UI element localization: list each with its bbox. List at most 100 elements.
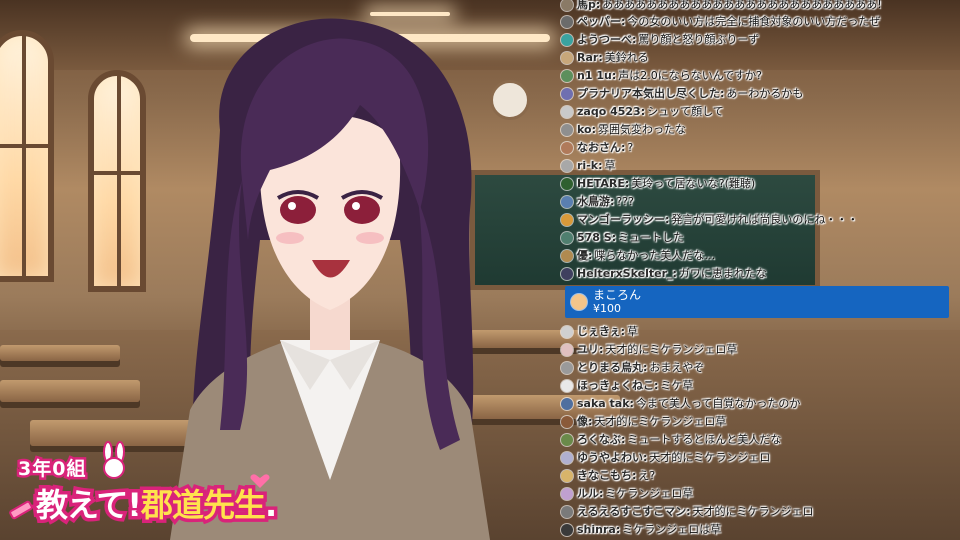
- chat-message: saka tak: 今まで美人って自覚なかったのか: [561, 395, 800, 412]
- chat-message: ルル: ミケランジェロ草: [561, 485, 693, 502]
- chat-text: 喋らなかった美人だな…: [594, 249, 716, 262]
- chat-avatar[interactable]: [561, 523, 573, 536]
- chat-separator: :: [620, 325, 626, 338]
- chat-username[interactable]: 像: [577, 413, 588, 430]
- chat-separator: :: [598, 159, 603, 172]
- logo-class-label: 3年0組: [15, 456, 87, 483]
- chat-text: 草: [627, 325, 639, 338]
- chat-message: じぇきぇ: 草: [561, 323, 638, 340]
- chat-avatar[interactable]: [561, 325, 573, 338]
- chat-avatar[interactable]: [561, 87, 573, 100]
- right-eye: [344, 196, 380, 224]
- chat-username[interactable]: 水鳥游: [577, 193, 610, 210]
- chat-username[interactable]: HETARE: [577, 175, 625, 192]
- chat-avatar[interactable]: [561, 267, 573, 280]
- chat-avatar[interactable]: [561, 379, 573, 392]
- chat-avatar[interactable]: [561, 141, 573, 154]
- chat-avatar[interactable]: [561, 195, 573, 208]
- chat-separator: :: [591, 123, 596, 136]
- chat-message: マンゴーラッシー: 発言が可愛ければ尚良いのにね・・・: [561, 211, 858, 228]
- chat-username[interactable]: saka tak: [577, 395, 630, 412]
- chat-message: shinra: ミケランジェロは草: [561, 521, 721, 538]
- chat-avatar[interactable]: [561, 69, 573, 82]
- chat-separator: :: [599, 343, 604, 356]
- chat-username[interactable]: ルル: [577, 485, 599, 502]
- superchat[interactable]: まころん ¥100: [565, 286, 949, 318]
- chat-avatar[interactable]: [561, 51, 573, 64]
- chat-username[interactable]: Rar: [577, 49, 598, 66]
- live-chat: 馬p: あああああああああああああああああああああああああ! ペッパー: 今の女のいい…: [553, 0, 960, 540]
- chat-avatar[interactable]: [561, 487, 573, 500]
- classroom-window-left: [0, 30, 54, 282]
- chat-separator: :: [665, 213, 670, 226]
- chat-text: 今まで美人って自覚なかったのか: [635, 397, 801, 410]
- chat-text: ミケランジェロは草: [622, 523, 722, 536]
- chat-message: zaqo 4523: シュッて顔して: [561, 103, 724, 120]
- chat-avatar[interactable]: [561, 123, 573, 136]
- chat-avatar[interactable]: [561, 177, 573, 190]
- chat-username[interactable]: ろくなぶ: [577, 431, 621, 448]
- chat-message: ko: 雰囲気変わったな: [561, 121, 686, 138]
- chat-username[interactable]: ko: [577, 121, 592, 138]
- chat-avatar[interactable]: [561, 33, 573, 46]
- chat-separator: :: [598, 51, 603, 64]
- chat-username[interactable]: ユリ: [577, 341, 599, 358]
- desk: [0, 380, 140, 402]
- chat-username[interactable]: きなこもち: [577, 467, 632, 484]
- chat-avatar[interactable]: [561, 213, 573, 226]
- chat-username[interactable]: マンゴーラッシー: [577, 211, 665, 228]
- chat-avatar[interactable]: [561, 15, 573, 28]
- chat-avatar[interactable]: [561, 433, 573, 446]
- chat-username[interactable]: ゆうやよわい: [577, 449, 643, 466]
- superchat-amount: ¥100: [593, 302, 621, 315]
- classroom-window-right: [88, 70, 146, 292]
- chat-username[interactable]: HelterxSkelter_: [577, 265, 673, 282]
- chat-username[interactable]: とりまる烏丸: [577, 359, 643, 376]
- chat-username[interactable]: じぇきぇ: [577, 323, 621, 340]
- chat-text: 草: [604, 159, 616, 172]
- chat-username[interactable]: ほっきょくねこ: [577, 377, 654, 394]
- chat-username[interactable]: 優: [577, 247, 588, 264]
- chat-separator: :: [621, 15, 626, 28]
- chat-text: 美玲って居ないな?(難聴): [631, 177, 756, 190]
- chat-message: 馬p: あああああああああああああああああああああああああ!: [561, 0, 882, 13]
- chat-username[interactable]: zaqo 4523: [577, 103, 641, 120]
- chat-separator: :: [621, 433, 626, 446]
- chat-username[interactable]: なおさん: [577, 139, 621, 156]
- chat-username[interactable]: 578 S: [577, 229, 612, 246]
- chat-username[interactable]: ri-k: [577, 157, 598, 174]
- chat-avatar[interactable]: [561, 105, 573, 118]
- chat-avatar[interactable]: [561, 249, 573, 262]
- chat-username[interactable]: えるえるすこすこマン: [577, 503, 686, 520]
- chat-username[interactable]: プラナリア本気出し尽くした: [577, 85, 720, 102]
- chat-text: ミュートするとほんと美人だな: [627, 433, 782, 446]
- chat-text: ミケ草: [660, 379, 694, 392]
- chat-text: ???: [616, 195, 634, 208]
- chat-username[interactable]: ペッパー: [577, 13, 621, 30]
- chat-text: 天才的にミケランジェロ: [692, 505, 814, 518]
- chat-avatar[interactable]: [561, 469, 573, 482]
- chat-avatar[interactable]: [561, 415, 573, 428]
- chat-message: とりまる烏丸: おまえやぞ: [561, 359, 704, 376]
- chat-username[interactable]: ようつーべ: [577, 31, 632, 48]
- chat-text: 美鈴れる: [604, 51, 649, 64]
- chat-username[interactable]: 馬p: [577, 0, 596, 13]
- chat-username[interactable]: n1 1u: [577, 67, 612, 84]
- chat-avatar[interactable]: [561, 397, 573, 410]
- chat-avatar[interactable]: [561, 231, 573, 244]
- chat-separator: :: [599, 487, 604, 500]
- chat-separator: :: [720, 87, 725, 100]
- chat-message: HelterxSkelter_: ガワに恵まれたな: [561, 265, 767, 282]
- chat-separator: :: [632, 33, 637, 46]
- chat-username[interactable]: shinra: [577, 521, 616, 538]
- chat-avatar[interactable]: [561, 451, 573, 464]
- chat-avatar[interactable]: [561, 159, 573, 172]
- chat-message: 578 S: ミュートした: [561, 229, 684, 246]
- logo-title-part1: 教えて!: [33, 483, 146, 528]
- chat-avatar[interactable]: [561, 343, 573, 356]
- chat-separator: :: [624, 177, 630, 190]
- chat-avatar[interactable]: [561, 505, 573, 518]
- chat-message: ユリ: 天才的にミケランジェロ草: [561, 341, 737, 358]
- chat-avatar[interactable]: [561, 0, 573, 11]
- chat-avatar[interactable]: [561, 361, 573, 374]
